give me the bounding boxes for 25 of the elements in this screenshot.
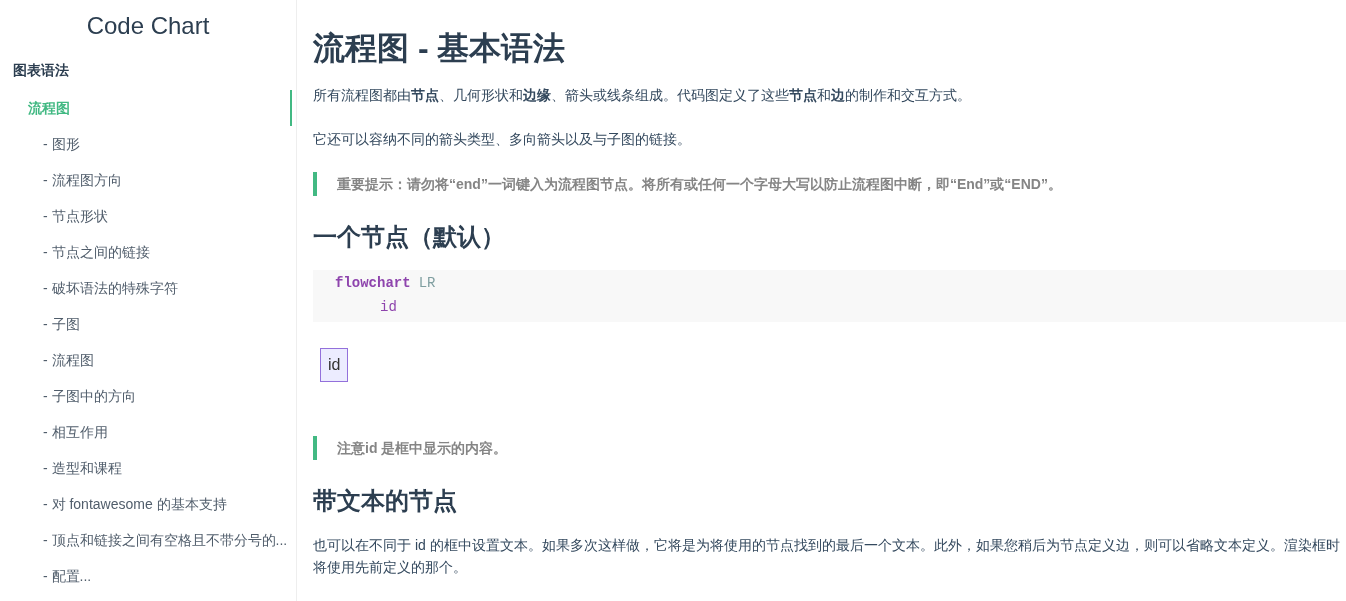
paragraph: 也可以在不同于 id 的框中设置文本。如果多次这样做，它将是为将使用的节点找到的最后一个文本。此外，如果您稍后为节点定义边，则可以省略文本定义。渲染框时将使用先前定义的那个。 <box>313 536 1341 577</box>
site-title[interactable]: Code Chart <box>86 12 210 40</box>
page-heading: 流程图 - 基本语法 <box>313 29 566 68</box>
paragraph: 所有流程图都由节点、几何形状和边缘、箭头或线条组成。代码图定义了这些节点和边的制作和交互方式。 <box>313 86 972 105</box>
sidebar-subitem[interactable]: - 配置... <box>0 558 292 594</box>
section-heading: 图表语法 <box>13 62 69 80</box>
sidebar-subitem[interactable]: - 流程图方向 <box>0 162 292 198</box>
sidebar-subitem[interactable]: - 节点形状 <box>0 198 292 234</box>
sidebar-subitem[interactable]: - 节点之间的链接 <box>0 234 292 270</box>
paragraph: 它还可以容纳不同的箭头类型、多向箭头以及与子图的链接。 <box>313 130 692 149</box>
section-heading: 一个节点（默认） <box>313 222 505 252</box>
sidebar-subitem[interactable]: - 顶点和链接之间有空格且不带分号的... <box>0 522 292 558</box>
sidebar-subitem[interactable]: - 子图中的方向 <box>0 378 292 414</box>
sidebar-subitem[interactable]: - 流程图 <box>0 342 292 378</box>
note-callout: 重要提示：请勿将“end”一词键入为流程图节点。将所有或任何一个字母大写以防止流程图中断，即“End”或“END”。 <box>313 172 1346 196</box>
sidebar-subitem[interactable]: - 破坏语法的特殊字符 <box>0 270 292 306</box>
flowchart-node: id <box>320 348 349 382</box>
code-block: flowchart LR id <box>313 270 1346 322</box>
section-heading: 带文本的节点 <box>313 486 457 516</box>
sidebar-subitem[interactable]: - 相互作用 <box>0 414 292 450</box>
sidebar-subitem[interactable]: - 图形 <box>0 126 292 162</box>
sidebar-subitem[interactable]: - 造型和课程 <box>0 450 292 486</box>
sidebar-subitem[interactable]: - 子图 <box>0 306 292 342</box>
note-callout: 注意id 是框中显示的内容。 <box>313 436 1346 460</box>
sidebar-subitem[interactable]: - 对 fontawesome 的基本支持 <box>0 486 292 522</box>
